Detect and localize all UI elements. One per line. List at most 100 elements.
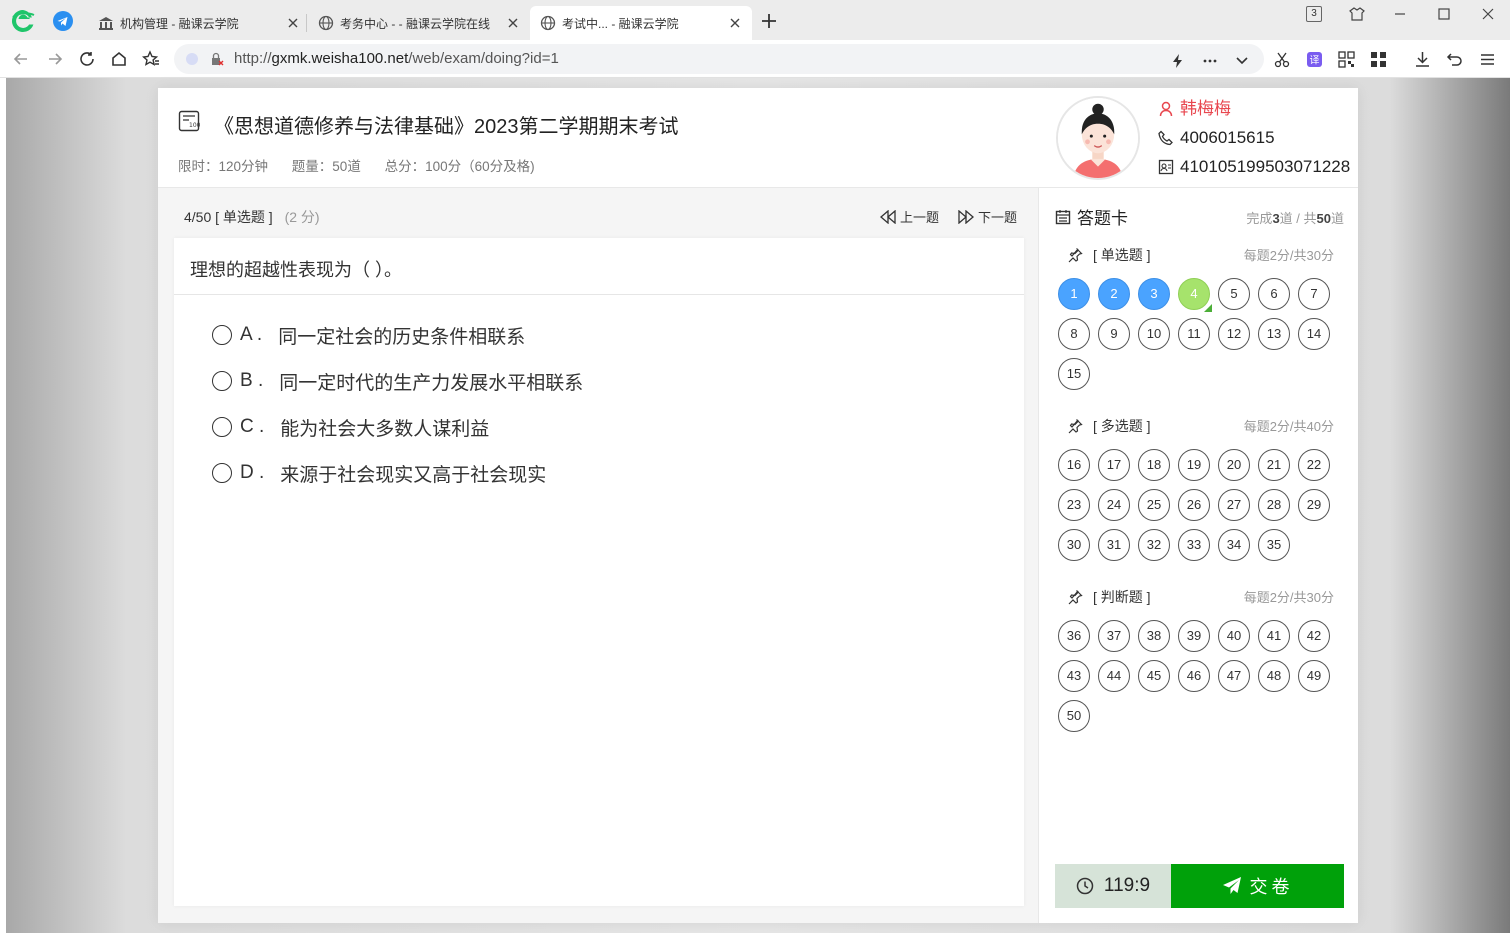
more-dots-icon[interactable]	[1202, 53, 1218, 69]
reload-icon[interactable]	[78, 50, 96, 68]
question-number-4[interactable]: 4	[1178, 278, 1212, 312]
question-number-27[interactable]: 27	[1218, 489, 1250, 521]
question-number-35[interactable]: 35	[1258, 529, 1290, 561]
url-field[interactable]: http://gxmk.weisha100.net/web/exam/doing…	[174, 44, 1264, 74]
download-icon[interactable]	[1414, 51, 1431, 68]
option-b[interactable]: B . 同一定时代的生产力发展水平相联系	[212, 368, 583, 394]
question-number-13[interactable]: 13	[1258, 318, 1290, 350]
question-number-6[interactable]: 6	[1258, 278, 1290, 310]
option-c[interactable]: C . 能为社会大多数人谋利益	[212, 414, 489, 440]
telegram-pinned-tab-icon[interactable]	[52, 10, 74, 32]
minimize-icon[interactable]	[1392, 6, 1408, 22]
question-number-24[interactable]: 24	[1098, 489, 1130, 521]
tab-exam-in-progress[interactable]: 考试中... - 融课云学院	[530, 6, 752, 40]
question-number-33[interactable]: 33	[1178, 529, 1210, 561]
question-number-22[interactable]: 22	[1298, 449, 1330, 481]
question-number-23[interactable]: 23	[1058, 489, 1090, 521]
apps-grid-icon[interactable]	[1370, 51, 1387, 68]
close-icon[interactable]	[728, 16, 742, 30]
scissors-icon[interactable]	[1274, 51, 1291, 68]
question-number-34[interactable]: 34	[1218, 529, 1250, 561]
forward-arrow-icon[interactable]	[46, 50, 64, 68]
question-number-37[interactable]: 37	[1098, 620, 1130, 652]
prev-question-label: 上一题	[900, 210, 940, 225]
question-number-40[interactable]: 40	[1218, 620, 1250, 652]
prev-question-button[interactable]: 上一题	[880, 207, 939, 226]
question-number-20[interactable]: 20	[1218, 449, 1250, 481]
answer-card-title: 答题卡	[1055, 204, 1128, 229]
question-number-7[interactable]: 7	[1298, 278, 1330, 310]
question-number-32[interactable]: 32	[1138, 529, 1170, 561]
question-number-44[interactable]: 44	[1098, 660, 1130, 692]
question-number-50[interactable]: 50	[1058, 700, 1090, 732]
question-number-19[interactable]: 19	[1178, 449, 1210, 481]
question-number-31[interactable]: 31	[1098, 529, 1130, 561]
question-number-48[interactable]: 48	[1258, 660, 1290, 692]
option-d[interactable]: D . 来源于社会现实又高于社会现实	[212, 460, 546, 486]
question-number-18[interactable]: 18	[1138, 449, 1170, 481]
browser-logo-icon[interactable]	[10, 8, 36, 34]
question-number-46[interactable]: 46	[1178, 660, 1210, 692]
question-number-36[interactable]: 36	[1058, 620, 1090, 652]
question-number-11[interactable]: 11	[1178, 318, 1210, 350]
maximize-icon[interactable]	[1436, 6, 1452, 22]
back-arrow-icon[interactable]	[12, 50, 30, 68]
undo-icon[interactable]	[1446, 51, 1463, 68]
tab-institution-management[interactable]: 机构管理 - 融课云学院	[88, 6, 310, 40]
question-number-3[interactable]: 3	[1138, 278, 1170, 310]
question-number-26[interactable]: 26	[1178, 489, 1210, 521]
new-tab-plus-icon[interactable]	[760, 12, 778, 30]
question-number-28[interactable]: 28	[1258, 489, 1290, 521]
question-number-17[interactable]: 17	[1098, 449, 1130, 481]
pin-icon	[1068, 419, 1083, 434]
radio-button[interactable]	[212, 463, 232, 483]
question-number-30[interactable]: 30	[1058, 529, 1090, 561]
question-number-47[interactable]: 47	[1218, 660, 1250, 692]
question-number-38[interactable]: 38	[1138, 620, 1170, 652]
tab-count-badge[interactable]: 3	[1306, 6, 1322, 22]
question-number-21[interactable]: 21	[1258, 449, 1290, 481]
submit-exam-button[interactable]: 交卷	[1171, 864, 1344, 908]
close-icon[interactable]	[506, 16, 520, 30]
qr-code-icon[interactable]	[1338, 51, 1355, 68]
question-number-15[interactable]: 15	[1058, 358, 1090, 390]
pin-icon	[1068, 590, 1083, 605]
question-number-39[interactable]: 39	[1178, 620, 1210, 652]
question-number-2[interactable]: 2	[1098, 278, 1130, 310]
question-number-12[interactable]: 12	[1218, 318, 1250, 350]
chevron-down-icon[interactable]	[1234, 53, 1250, 69]
insecure-lock-icon[interactable]	[210, 52, 224, 66]
question-number-49[interactable]: 49	[1298, 660, 1330, 692]
question-number-8[interactable]: 8	[1058, 318, 1090, 350]
radio-button[interactable]	[212, 417, 232, 437]
question-number-1[interactable]: 1	[1058, 278, 1090, 310]
window-close-icon[interactable]	[1480, 6, 1496, 22]
question-number-16[interactable]: 16	[1058, 449, 1090, 481]
paper-plane-icon	[1222, 877, 1241, 894]
shirt-skin-icon[interactable]	[1349, 6, 1365, 22]
rewind-icon	[880, 209, 896, 224]
question-number-29[interactable]: 29	[1298, 489, 1330, 521]
question-number-10[interactable]: 10	[1138, 318, 1170, 350]
option-a[interactable]: A . 同一定社会的历史条件相联系	[212, 322, 525, 348]
lightning-icon[interactable]	[1170, 53, 1186, 69]
question-number-25[interactable]: 25	[1138, 489, 1170, 521]
home-icon[interactable]	[110, 50, 128, 68]
next-question-button[interactable]: 下一题	[958, 207, 1017, 226]
question-number-41[interactable]: 41	[1258, 620, 1290, 652]
translate-icon[interactable]: 译	[1306, 51, 1323, 68]
radio-button[interactable]	[212, 325, 232, 345]
student-phone-row: 4006015615	[1158, 127, 1350, 156]
question-number-9[interactable]: 9	[1098, 318, 1130, 350]
close-icon[interactable]	[286, 16, 300, 30]
option-text: 同一定时代的生产力发展水平相联系	[279, 372, 584, 394]
question-number-43[interactable]: 43	[1058, 660, 1090, 692]
tab-exam-center[interactable]: 考务中心 - - 融课云学院在线	[308, 6, 530, 40]
favorites-star-icon[interactable]	[142, 50, 160, 68]
radio-button[interactable]	[212, 371, 232, 391]
menu-icon[interactable]	[1479, 51, 1496, 68]
question-number-14[interactable]: 14	[1298, 318, 1330, 350]
question-number-42[interactable]: 42	[1298, 620, 1330, 652]
question-number-5[interactable]: 5	[1218, 278, 1250, 310]
question-number-45[interactable]: 45	[1138, 660, 1170, 692]
